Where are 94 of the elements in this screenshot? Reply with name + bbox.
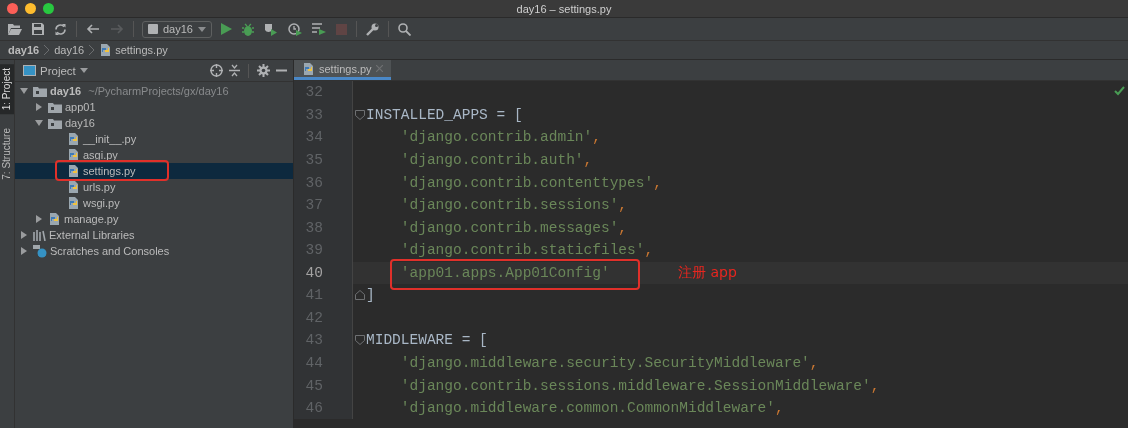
tree-item-label: day16 [50, 85, 82, 97]
python-file-icon [67, 196, 80, 210]
code-line: 'app01.apps.App01Config' [399, 264, 610, 281]
stop-icon [336, 23, 347, 35]
python-file-icon [67, 148, 80, 162]
folder-icon [33, 85, 47, 97]
tree-item-label: settings.py [83, 165, 136, 177]
collapsed-arrow-icon[interactable] [20, 247, 28, 255]
expanded-arrow-icon[interactable] [35, 119, 43, 127]
line-number: 40 [305, 264, 323, 281]
python-file-icon [48, 212, 61, 226]
python-file-icon [67, 164, 80, 178]
tree-row[interactable]: Scratches and Consoles [15, 243, 293, 259]
code-line: INSTALLED_APPS = [ [366, 106, 523, 123]
tree-row[interactable]: app01 [15, 99, 293, 115]
tree-row[interactable]: External Libraries [15, 227, 293, 243]
code-line: 'django.contrib.messages', [399, 219, 628, 236]
collapsed-arrow-icon[interactable] [35, 215, 43, 223]
tree-row[interactable]: manage.py [15, 211, 293, 227]
python-file-icon [99, 43, 113, 57]
breadcrumb-separator-icon [89, 45, 95, 55]
dropdown-caret-icon [198, 26, 206, 32]
check-icon [1114, 86, 1125, 96]
tree-row[interactable]: wsgi.py [15, 195, 293, 211]
tree-item-label: day16 [65, 117, 95, 129]
list-run-icon [312, 23, 326, 35]
tool-window-tab[interactable]: 7: Structure [0, 124, 14, 184]
tree-row[interactable]: urls.py [15, 179, 293, 195]
folder-icon [48, 117, 62, 129]
breadcrumb[interactable]: settings.py [99, 43, 168, 57]
shield-run-icon [264, 22, 278, 36]
maximize-window-button[interactable] [43, 3, 54, 14]
minimize-icon[interactable] [276, 69, 287, 72]
breadcrumb-separator-icon [44, 45, 50, 55]
tree-row[interactable]: day16 [15, 115, 293, 131]
code-line: 'django.middleware.security.SecurityMiddleware', [399, 355, 819, 372]
code-line: ] [366, 287, 375, 304]
tree-row[interactable]: settings.py [15, 163, 293, 179]
close-window-button[interactable] [7, 3, 18, 14]
code-line: 'django.contrib.sessions', [399, 197, 628, 214]
open-folder-icon [8, 23, 22, 35]
tree-item-label: Scratches and Consoles [50, 245, 170, 257]
project-view-dropdown[interactable]: Project [23, 64, 88, 77]
editor-tab[interactable]: settings.py [294, 60, 391, 80]
code-line: MIDDLEWARE = [ [366, 332, 488, 349]
python-file-icon [302, 61, 315, 76]
run-configuration-dropdown[interactable]: day16 [142, 20, 212, 38]
back-arrow-icon [86, 24, 100, 34]
tree-item-label: External Libraries [49, 229, 135, 241]
fold-marker-icon[interactable] [354, 335, 365, 346]
minimize-window-button[interactable] [25, 3, 36, 14]
expanded-arrow-icon[interactable] [20, 87, 28, 95]
code-line: 'django.contrib.sessions.middleware.SessionMiddleware', [399, 377, 880, 394]
tree-item-label: app01 [65, 101, 96, 113]
python-file-icon [67, 132, 80, 146]
tree-item-label: urls.py [83, 181, 116, 193]
tree-item-label: __init__.py [83, 133, 137, 145]
clock-run-icon [288, 22, 302, 36]
tool-window-tab[interactable]: 1: Project [0, 64, 14, 115]
locate-icon[interactable] [210, 64, 223, 77]
wrench-icon [366, 22, 379, 36]
folder-icon [48, 101, 62, 113]
code-line: 'django.middleware.common.CommonMiddleware', [399, 400, 784, 417]
python-file-icon [67, 180, 80, 194]
code-line: 'django.contrib.auth', [399, 151, 593, 168]
search-icon [398, 22, 411, 36]
code-line: 'django.contrib.staticfiles', [399, 242, 654, 259]
run-icon [221, 23, 232, 35]
panel-icon [23, 65, 36, 76]
scratch-console-icon [33, 244, 47, 258]
settings-icon[interactable] [257, 64, 270, 77]
breadcrumb[interactable]: day16 [54, 44, 85, 56]
sync-icon [54, 22, 67, 36]
code-line: 'django.contrib.admin', [399, 129, 601, 146]
breadcrumb[interactable]: day16 [8, 44, 40, 56]
dropdown-caret-icon [79, 68, 88, 73]
fold-marker-icon[interactable] [354, 290, 365, 301]
collapsed-arrow-icon[interactable] [35, 103, 43, 111]
tree-item-label: manage.py [64, 213, 119, 225]
fold-marker-icon[interactable] [354, 109, 365, 120]
window-title: day16 – settings.py [516, 2, 612, 15]
tree-item-label: wsgi.py [83, 197, 120, 209]
annotation-note: 注册 app [678, 263, 737, 282]
save-icon [32, 23, 44, 35]
collapse-all-icon[interactable] [229, 64, 240, 77]
forward-arrow-icon [110, 24, 124, 34]
project-path: ~/PycharmProjects/gx/day16 [88, 85, 229, 97]
tree-row[interactable]: day16 ~/PycharmProjects/gx/day16 [15, 83, 293, 99]
collapsed-arrow-icon[interactable] [20, 231, 28, 239]
library-icon [33, 229, 46, 241]
python-config-icon [148, 24, 158, 34]
bug-icon [242, 22, 254, 36]
code-line: 'django.contrib.contenttypes', [399, 174, 662, 191]
tree-row[interactable]: __init__.py [15, 131, 293, 147]
